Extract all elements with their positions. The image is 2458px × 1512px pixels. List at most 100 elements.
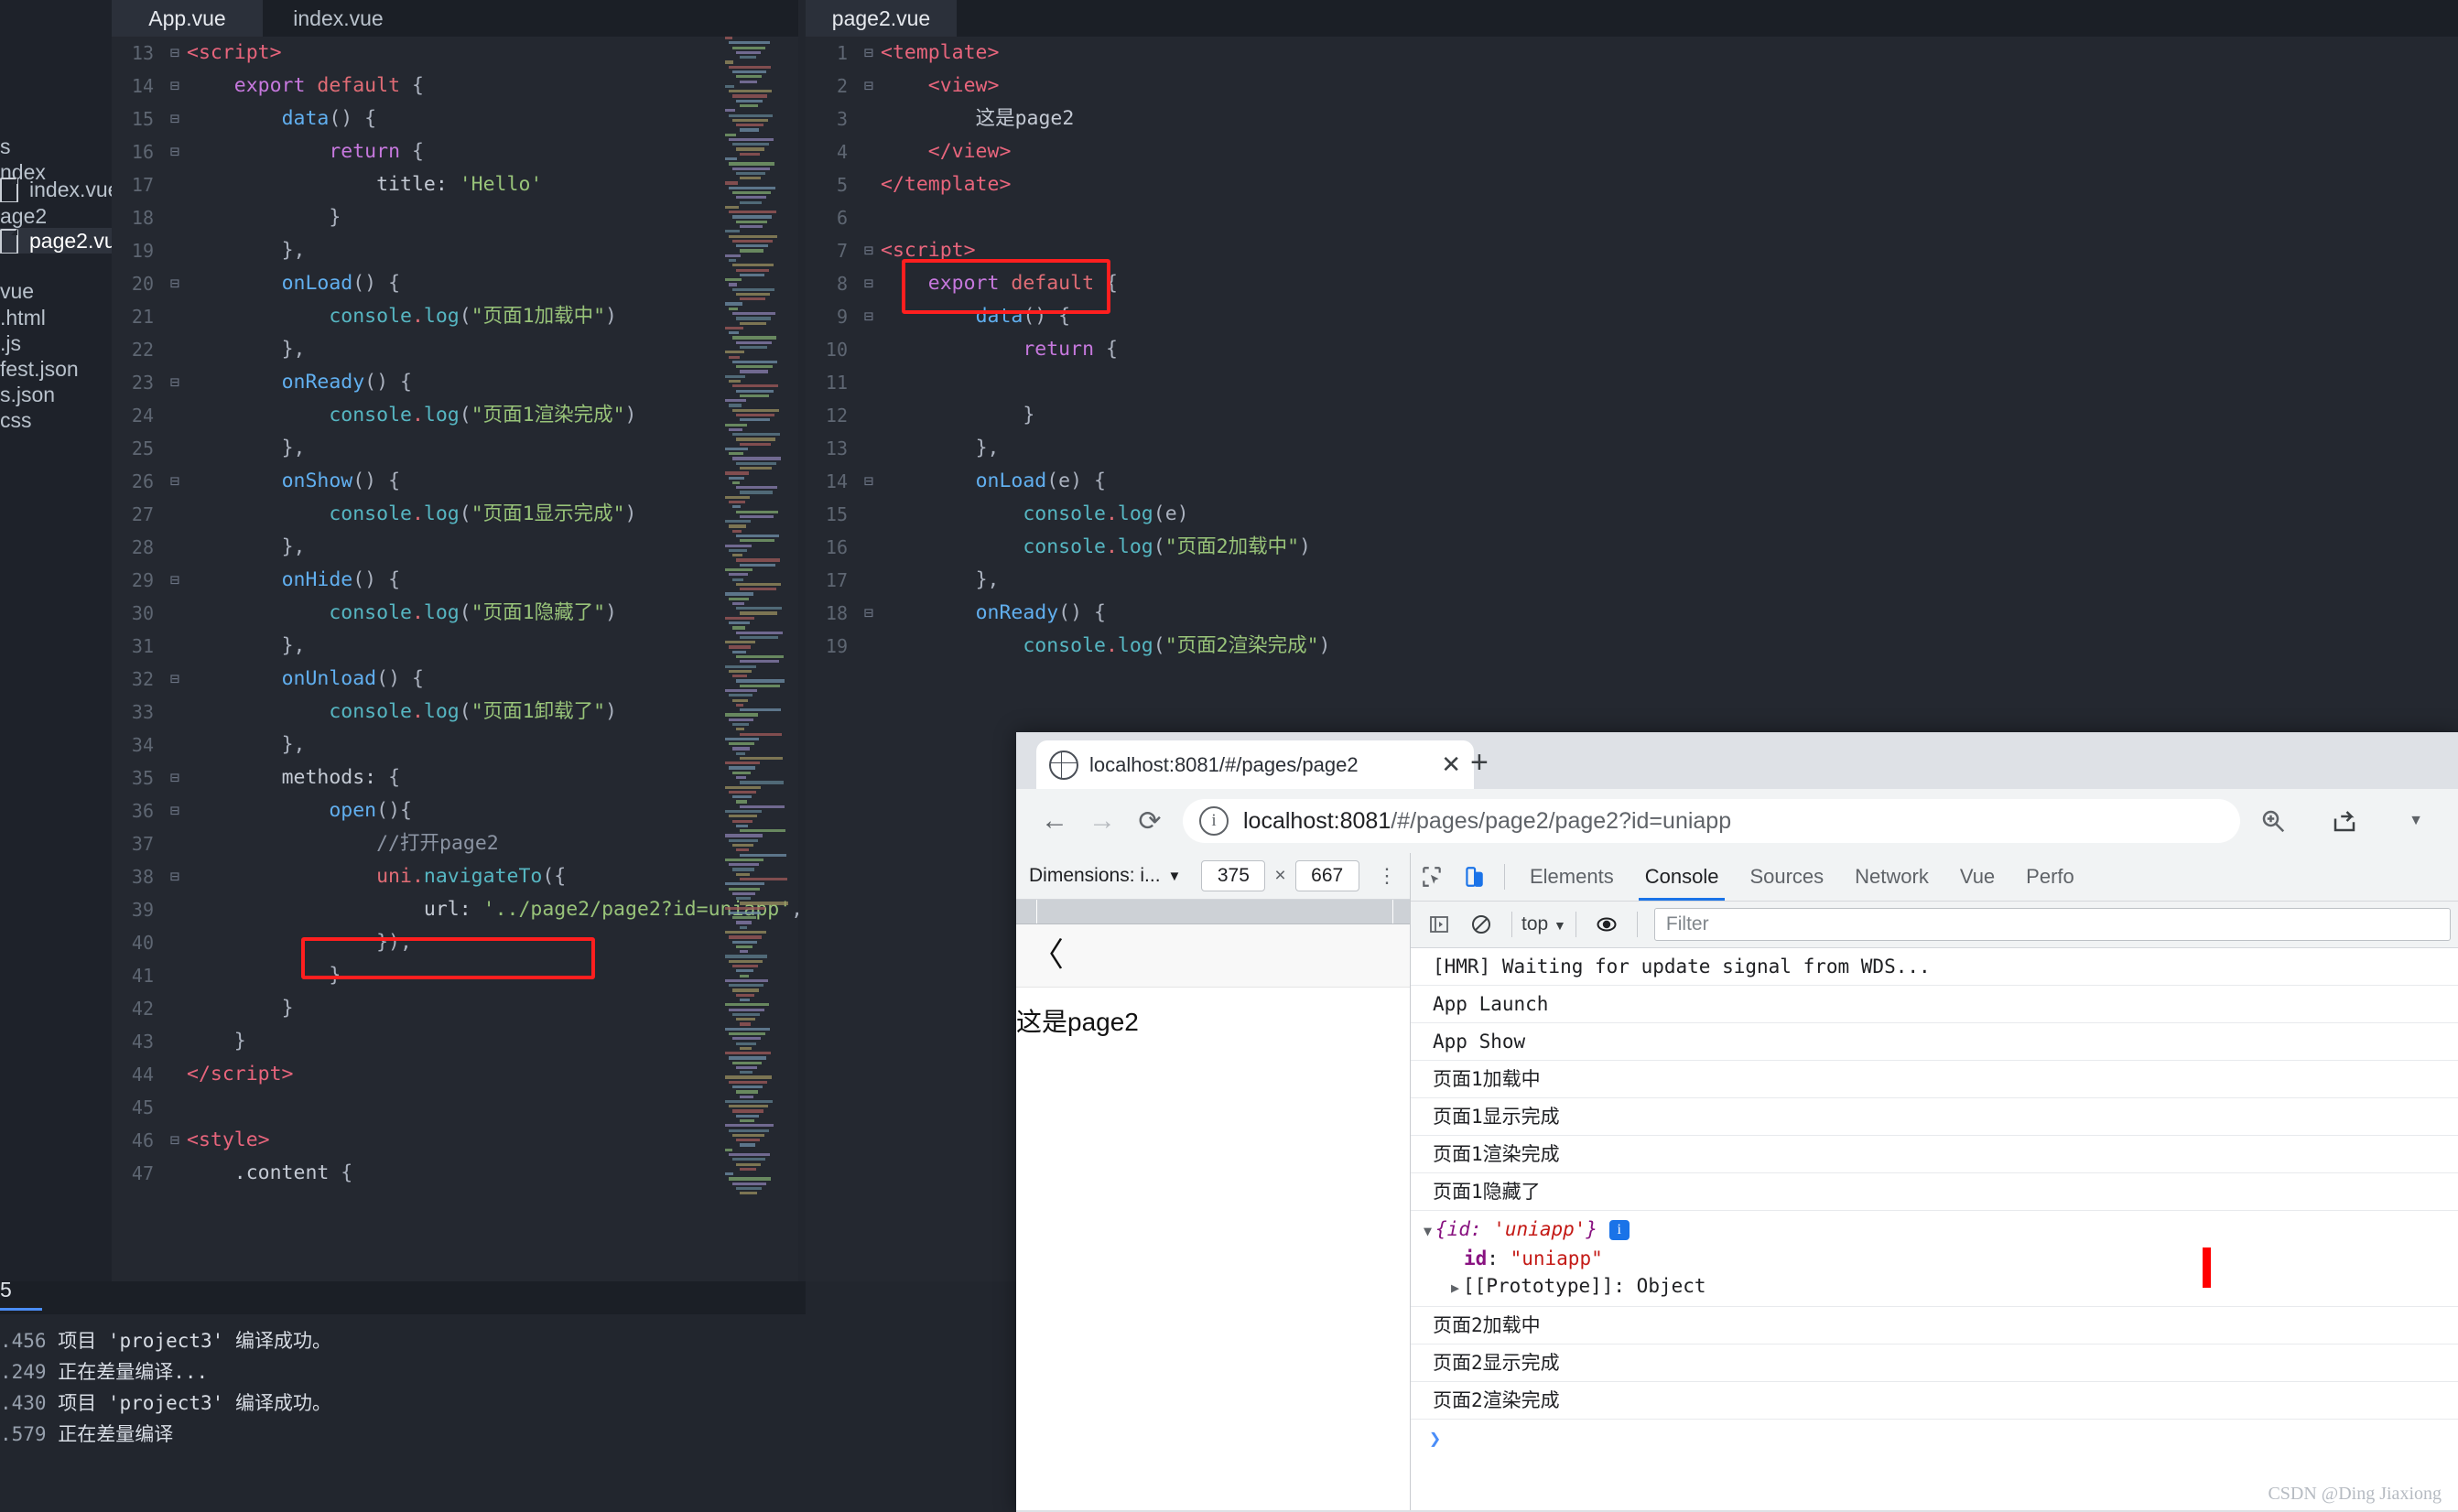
ide-bottom-tab-active[interactable]: 5 (0, 1278, 42, 1314)
minimap-line (729, 694, 753, 697)
share-icon[interactable] (2321, 797, 2368, 845)
console-output[interactable]: [HMR] Waiting for update signal from WDS… (1411, 948, 2458, 1510)
editor-tab[interactable]: index.vue (263, 0, 414, 37)
chevron-down-icon[interactable]: ▼ (2392, 797, 2440, 845)
devtools-tab[interactable]: Network (1839, 853, 1944, 901)
minimap-line (729, 1177, 771, 1181)
fold-marker-icon[interactable]: ⊟ (163, 103, 187, 135)
editor-tabs-right[interactable]: page2.vue (806, 0, 2458, 37)
object-header[interactable]: ▼ {id: 'uniapp'} i (1424, 1215, 2458, 1245)
terminal-line: .249 正在差量编译... (0, 1356, 806, 1388)
editor-tab[interactable]: App.vue (112, 0, 263, 37)
back-chevron-icon[interactable]: 〈 (1031, 939, 1064, 972)
devtools-tab[interactable]: Console (1630, 853, 1735, 901)
editor-tab[interactable]: page2.vue (806, 0, 957, 37)
code-text: data() { (975, 305, 1071, 328)
console-filter-input[interactable]: Filter (1653, 908, 2451, 941)
devtools-tab[interactable]: Elements (1514, 853, 1630, 901)
minimap-line (725, 688, 757, 693)
minimap-line (740, 563, 775, 567)
code-text: uni.navigateTo({ (376, 865, 567, 888)
fold-marker-icon[interactable]: ⊟ (163, 860, 187, 893)
object-property-key: id (1464, 1247, 1488, 1269)
fold-marker-icon[interactable]: ⊟ (163, 1124, 187, 1157)
console-message: [HMR] Waiting for update signal from WDS… (1411, 948, 2458, 986)
clear-console-icon[interactable] (1460, 903, 1502, 945)
expand-triangle-icon[interactable]: ▼ (1424, 1217, 1432, 1245)
minimap-line (725, 1003, 769, 1007)
site-info-icon[interactable]: i (1199, 806, 1229, 836)
fold-marker-icon[interactable]: ⊟ (857, 267, 881, 300)
line-number: 14 (825, 470, 848, 492)
code-text: }, (281, 239, 306, 262)
code-line: 26 ⊟ onShow() { (112, 465, 798, 498)
inspect-element-icon[interactable] (1411, 856, 1453, 898)
line-number: 20 (131, 273, 154, 295)
minimap-line (729, 1152, 770, 1157)
minimap-line (729, 645, 751, 649)
minimap-line (740, 1095, 753, 1098)
back-icon[interactable]: ← (1031, 797, 1078, 845)
fold-marker-icon[interactable]: ⊟ (857, 597, 881, 630)
minimap-line (725, 955, 767, 958)
fold-marker-icon[interactable]: ⊟ (857, 234, 881, 267)
devtools-tab[interactable]: Perfo (2010, 853, 2090, 901)
console-sidebar-icon[interactable] (1418, 903, 1460, 945)
new-tab-button[interactable]: + (1470, 747, 1489, 778)
minimap-line (740, 950, 748, 954)
devtools-tab[interactable]: Vue (1944, 853, 2010, 901)
console-prompt[interactable]: ❯ (1411, 1420, 2458, 1460)
minimap-line (732, 529, 742, 533)
zoom-in-icon[interactable] (2249, 797, 2297, 845)
editor-tab-label: page2.vue (831, 5, 931, 30)
minimap-line (740, 273, 764, 276)
device-select[interactable]: Dimensions: i... ▼ (1029, 865, 1181, 887)
browser-tab[interactable]: localhost:8081/#/pages/page2 ✕ (1036, 740, 1474, 789)
code-text: onUnload() { (281, 667, 424, 690)
fold-marker-icon[interactable]: ⊟ (163, 366, 187, 399)
fold-marker-icon[interactable]: ⊟ (163, 70, 187, 103)
fold-marker-icon[interactable]: ⊟ (163, 135, 187, 168)
address-bar[interactable]: i localhost:8081/#/pages/page2/page2?id=… (1183, 799, 2240, 843)
fold-marker-icon[interactable]: ⊟ (857, 37, 881, 70)
fold-marker-icon[interactable]: ⊟ (163, 267, 187, 300)
device-height-input[interactable]: 667 (1294, 860, 1359, 891)
fold-marker-icon[interactable]: ⊟ (163, 37, 187, 70)
fold-marker-icon[interactable]: ⊟ (857, 300, 881, 333)
code-line: 38 ⊟ uni.navigateTo({ (112, 860, 798, 893)
minimap-line (729, 1105, 768, 1108)
terminal-line: .430 项目 'project3' 编译成功。 (0, 1388, 806, 1419)
minimap-line (740, 152, 760, 156)
code-area-index-vue[interactable]: 13 ⊟ <script> 14 ⊟ export default {15 ⊟ data(… (112, 37, 798, 1281)
close-icon[interactable]: ✕ (1441, 751, 1461, 779)
device-width-input[interactable]: 375 (1201, 860, 1266, 891)
minimap-line (729, 501, 745, 504)
devtools-tab[interactable]: Sources (1734, 853, 1839, 901)
fold-marker-icon[interactable]: ⊟ (857, 70, 881, 103)
fold-marker-icon[interactable]: ⊟ (163, 465, 187, 498)
fold-marker-icon[interactable]: ⊟ (163, 761, 187, 794)
editor-tabs-left[interactable]: App.vue index.vue (112, 0, 798, 37)
fold-marker-icon[interactable]: ⊟ (857, 465, 881, 498)
console-context-select[interactable]: top ▼ (1521, 913, 1566, 935)
fold-marker-icon[interactable]: ⊟ (163, 564, 187, 597)
minimap-line (736, 1186, 762, 1191)
info-badge-icon[interactable]: i (1608, 1220, 1630, 1240)
code-text: console.log("页面2加载中") (1023, 535, 1311, 558)
kebab-menu-icon[interactable]: ⋮ (1377, 866, 1397, 886)
devtools-tab-label: Sources (1749, 865, 1825, 888)
toggle-device-toolbar-icon[interactable] (1453, 856, 1495, 898)
ide-bottom-tabs[interactable]: 5 (0, 1278, 806, 1314)
console-object-message[interactable]: ▼ {id: 'uniapp'} i id: "uniapp" ▶ [[Prototyp… (1411, 1211, 2458, 1307)
reload-icon[interactable]: ⟳ (1126, 797, 1174, 845)
terminal-text: 项目 'project3' 编译成功。 (58, 1330, 331, 1352)
minimap-line (732, 698, 748, 702)
forward-icon[interactable]: → (1078, 797, 1126, 845)
editor-tab-label: App.vue (148, 5, 226, 30)
minimap-line (725, 1027, 770, 1031)
object-prototype[interactable]: ▶ [[Prototype]]: Object (1424, 1272, 2458, 1301)
expand-triangle-icon[interactable]: ▶ (1451, 1274, 1459, 1301)
live-expression-eye-icon[interactable] (1586, 903, 1628, 945)
fold-marker-icon[interactable]: ⊟ (163, 663, 187, 696)
fold-marker-icon[interactable]: ⊟ (163, 794, 187, 827)
